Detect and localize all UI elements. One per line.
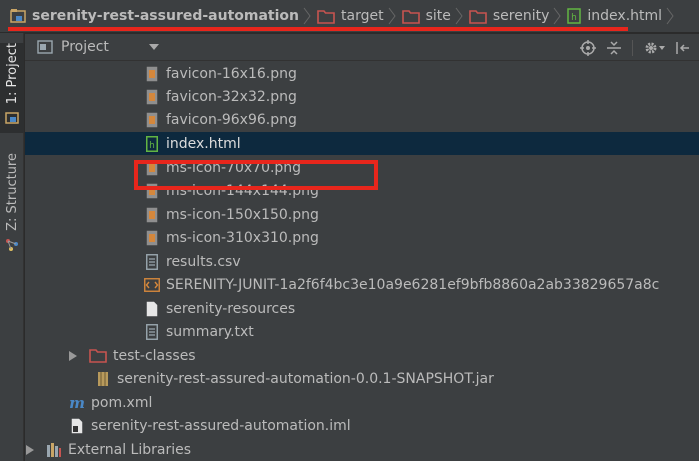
tab-structure[interactable]: Z: Structure (0, 153, 24, 273)
breadcrumb-label: serenity (492, 8, 550, 24)
tree-item-label: serenity-rest-assured-automation-0.0.1-S… (117, 370, 494, 387)
tree-item-label: serenity-rest-assured-automation.iml (91, 417, 351, 434)
breadcrumb-label: site (425, 8, 451, 24)
tab-project[interactable]: 1: Project (0, 43, 24, 133)
svg-text:h: h (572, 13, 578, 23)
project-icon (5, 110, 19, 129)
folder-icon (317, 9, 335, 24)
panel-title: Project (61, 39, 109, 55)
image-file-icon (144, 89, 160, 105)
image-file-icon (144, 66, 160, 82)
breadcrumb-label: target (341, 8, 384, 24)
project-view-icon (37, 40, 53, 54)
chevron-right-icon (666, 0, 674, 33)
tree-item-file[interactable]: serenity-rest-assured-automation-0.0.1-S… (25, 367, 699, 390)
breadcrumb-label: index.html (587, 8, 663, 24)
tab-structure-label: Z: Structure (4, 153, 20, 231)
tree-item-file[interactable]: favicon-16x16.png (25, 62, 699, 85)
tree-item-label: results.csv (166, 253, 241, 270)
jar-file-icon (95, 371, 111, 387)
project-module-icon (10, 8, 26, 24)
tree-item-file[interactable]: m pom.xml (25, 391, 699, 414)
tree-item-label: External Libraries (68, 441, 191, 458)
tree-item-file[interactable]: ms-icon-150x150.png (25, 203, 699, 226)
tab-project-label: 1: Project (4, 43, 20, 105)
tool-window-strip: 1: Project Z: Structure (0, 33, 24, 461)
tree-item-folder[interactable]: test-classes (25, 344, 699, 367)
tree-item-libraries[interactable]: External Libraries (25, 438, 699, 461)
image-file-icon (144, 207, 160, 223)
tree-item-file[interactable]: SERENITY-JUNIT-1a2f6f4bc3e10a9e6281ef9bf… (25, 273, 699, 296)
project-tree: favicon-16x16.png favicon-32x32.png favi… (25, 62, 699, 461)
tree-item-selected-file[interactable]: h index.html (25, 132, 699, 155)
text-file-icon (144, 253, 160, 270)
module-file-icon (69, 418, 85, 434)
tree-item-label: favicon-16x16.png (166, 65, 297, 82)
panel-view-selector[interactable]: Project (37, 39, 159, 55)
tree-item-label: ms-icon-310x310.png (166, 229, 319, 246)
tree-item-file[interactable]: serenity-resources (25, 297, 699, 320)
project-panel: Project favicon-16x16.png favicon-32x32.… (25, 34, 699, 461)
tree-item-label: SERENITY-JUNIT-1a2f6f4bc3e10a9e6281ef9bf… (166, 276, 660, 293)
highlight-box (134, 160, 378, 190)
tree-item-label: pom.xml (91, 394, 153, 411)
html-file-icon: h (144, 135, 160, 152)
chevron-down-icon[interactable] (148, 44, 159, 50)
settings-gear-icon[interactable] (643, 40, 665, 56)
tree-item-label: summary.txt (166, 323, 254, 340)
panel-toolbar (580, 34, 691, 61)
plain-file-icon (144, 301, 160, 317)
expand-arrow-icon[interactable] (69, 350, 79, 361)
folder-icon (401, 9, 420, 24)
svg-text:m: m (69, 396, 85, 410)
tree-item-label: ms-icon-150x150.png (166, 206, 319, 223)
tree-item-file[interactable]: results.csv (25, 250, 699, 273)
breadcrumb-label: serenity-rest-assured-automation (32, 8, 300, 24)
tree-item-label: serenity-resources (166, 300, 296, 317)
svg-text:h: h (149, 141, 155, 151)
xml-file-icon (144, 277, 160, 293)
expand-arrow-icon[interactable] (26, 444, 36, 455)
structure-icon (5, 237, 19, 256)
tree-item-file[interactable]: favicon-96x96.png (25, 108, 699, 131)
folder-icon (469, 9, 487, 24)
tree-item-file[interactable]: summary.txt (25, 320, 699, 343)
hide-panel-icon[interactable] (675, 40, 691, 56)
tree-item-label: test-classes (113, 347, 196, 364)
html-file-icon: h (567, 8, 582, 24)
tree-item-label: favicon-32x32.png (166, 88, 297, 105)
collapse-all-icon[interactable] (606, 40, 622, 56)
panel-header: Project (25, 34, 699, 61)
image-file-icon (144, 112, 160, 128)
tree-item-label: index.html (166, 135, 241, 152)
image-file-icon (144, 230, 160, 246)
libraries-icon (46, 442, 62, 458)
folder-icon (89, 348, 107, 364)
highlight-underline (8, 27, 628, 31)
tree-item-file[interactable]: serenity-rest-assured-automation.iml (25, 414, 699, 437)
tree-item-label: favicon-96x96.png (166, 111, 297, 128)
maven-file-icon: m (69, 395, 85, 411)
locate-icon[interactable] (580, 39, 596, 56)
tree-item-file[interactable]: ms-icon-310x310.png (25, 226, 699, 249)
text-file-icon (144, 323, 160, 340)
toolbar-divider (632, 39, 633, 56)
tree-item-file[interactable]: favicon-32x32.png (25, 85, 699, 108)
